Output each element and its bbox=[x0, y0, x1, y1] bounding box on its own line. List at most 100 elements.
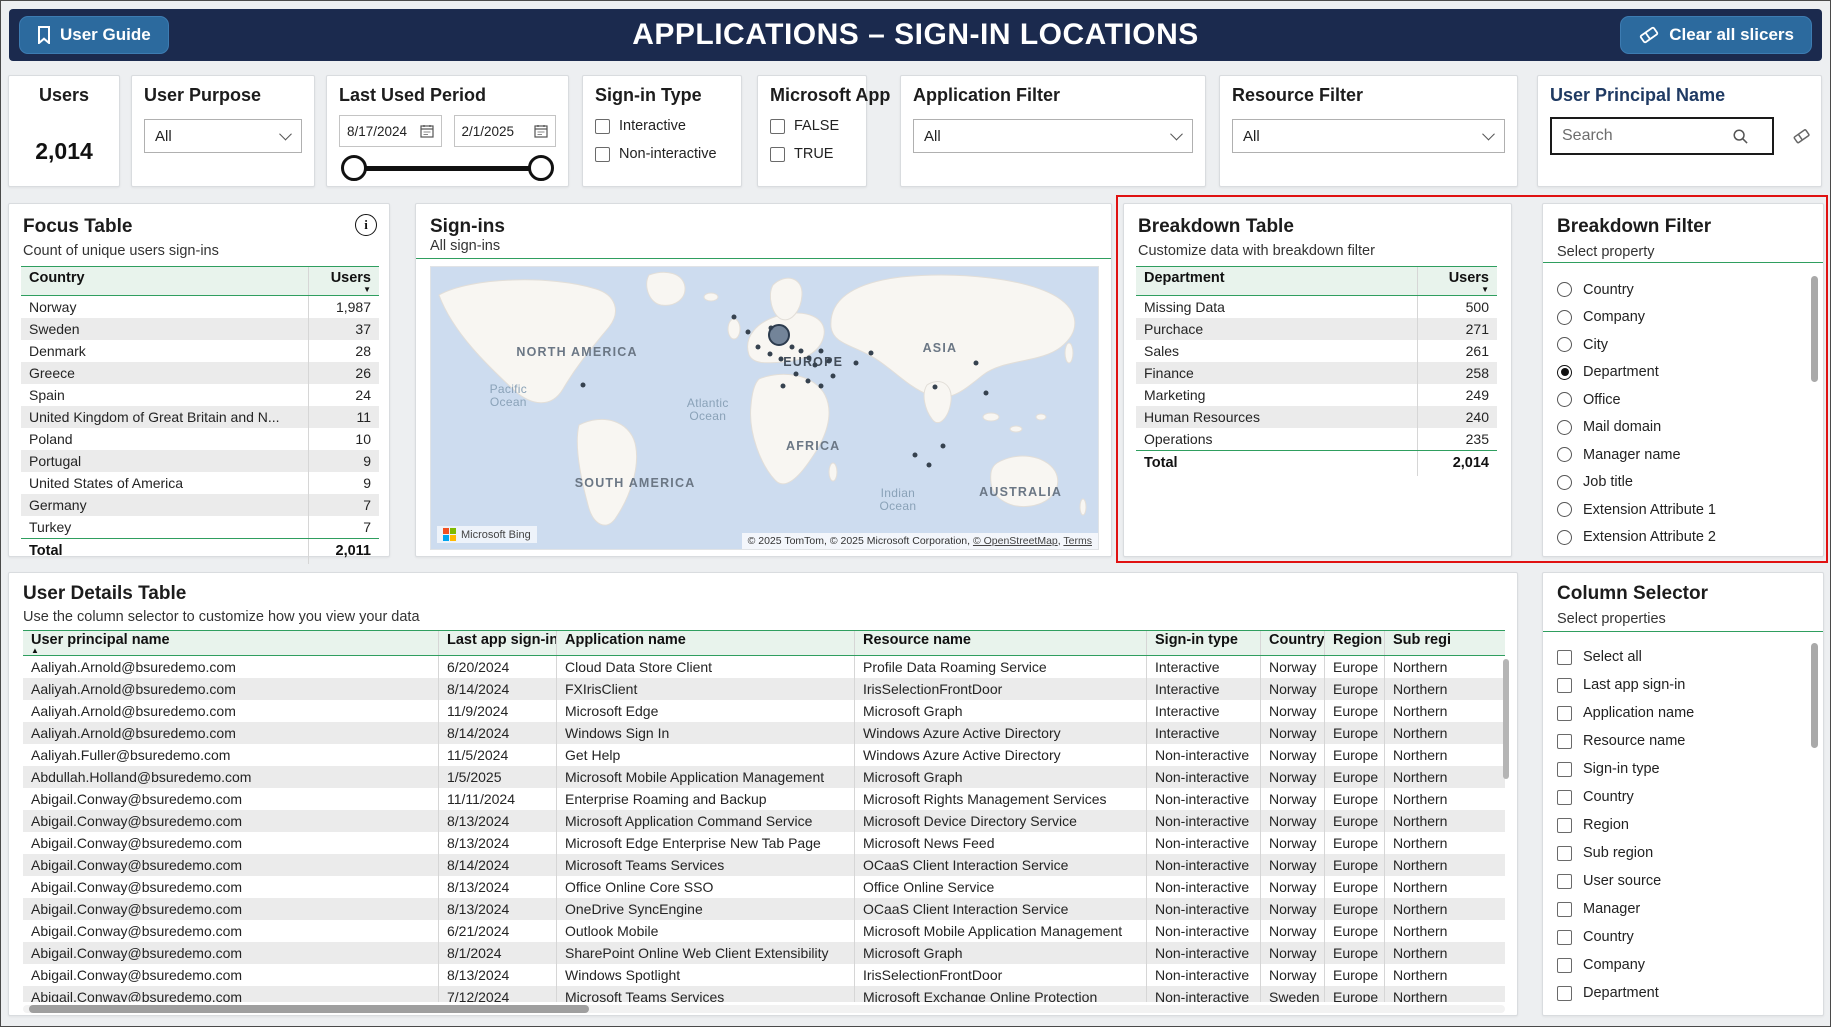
map-data-point[interactable] bbox=[756, 344, 761, 349]
table-row[interactable]: Abigail.Conway@bsuredemo.com8/13/2024Mic… bbox=[23, 810, 1505, 832]
column-selector-option[interactable]: Sign-in type bbox=[1557, 755, 1809, 783]
horizontal-scrollbar[interactable] bbox=[23, 1005, 1505, 1013]
column-selector-option[interactable]: User source bbox=[1557, 867, 1809, 895]
sign-in-type-option[interactable]: Non-interactive bbox=[595, 146, 729, 162]
map-data-point[interactable] bbox=[933, 385, 938, 390]
column-selector-option[interactable]: Resource name bbox=[1557, 727, 1809, 755]
column-selector-option[interactable]: Country bbox=[1557, 923, 1809, 951]
column-selector-option[interactable]: Region bbox=[1557, 811, 1809, 839]
map-data-point[interactable] bbox=[805, 379, 810, 384]
map-data-point[interactable] bbox=[869, 351, 874, 356]
table-row[interactable]: Germany7 bbox=[21, 494, 379, 516]
start-date-input[interactable]: 8/17/2024 bbox=[339, 115, 442, 147]
map-data-point[interactable] bbox=[818, 384, 823, 389]
details-col-header[interactable]: Application name bbox=[556, 631, 854, 655]
map-data-point[interactable] bbox=[780, 384, 785, 389]
table-row[interactable]: Abigail.Conway@bsuredemo.com8/13/2024Win… bbox=[23, 964, 1505, 986]
table-row[interactable]: Norway1,987 bbox=[21, 296, 379, 318]
details-col-header[interactable]: Last app sign-in bbox=[438, 631, 556, 655]
table-row[interactable]: Finance258 bbox=[1136, 362, 1497, 384]
sign-in-type-option[interactable]: Interactive bbox=[595, 118, 729, 134]
table-row[interactable]: Marketing249 bbox=[1136, 384, 1497, 406]
details-col-header[interactable]: Sign-in type bbox=[1146, 631, 1260, 655]
table-row[interactable]: Abigail.Conway@bsuredemo.com8/13/2024Off… bbox=[23, 876, 1505, 898]
table-row[interactable]: Aaliyah.Arnold@bsuredemo.com11/9/2024Mic… bbox=[23, 700, 1505, 722]
breakdown-filter-option[interactable]: City bbox=[1557, 331, 1809, 359]
details-col-header[interactable]: Sub region bbox=[1384, 631, 1450, 655]
breakdown-filter-option[interactable]: Office bbox=[1557, 386, 1809, 414]
table-row[interactable]: Abigail.Conway@bsuredemo.com8/13/2024Mic… bbox=[23, 832, 1505, 854]
table-row[interactable]: Operations235 bbox=[1136, 428, 1497, 450]
horizontal-scrollbar-thumb[interactable] bbox=[29, 1005, 589, 1013]
breakdown-filter-option[interactable]: Manager name bbox=[1557, 441, 1809, 469]
table-row[interactable]: Aaliyah.Arnold@bsuredemo.com8/14/2024Win… bbox=[23, 722, 1505, 744]
breakdown-filter-option[interactable]: Mail domain bbox=[1557, 414, 1809, 442]
breakdown-filter-option[interactable]: Department bbox=[1557, 359, 1809, 387]
openstreetmap-link[interactable]: © OpenStreetMap bbox=[973, 535, 1058, 547]
table-row[interactable]: Aaliyah.Arnold@bsuredemo.com6/20/2024Clo… bbox=[23, 656, 1505, 678]
table-row[interactable]: Portugal9 bbox=[21, 450, 379, 472]
map-data-point[interactable] bbox=[926, 462, 931, 467]
world-map[interactable]: NORTH AMERICAEUROPEASIAAFRICASOUTH AMERI… bbox=[430, 266, 1099, 550]
terms-link[interactable]: Terms bbox=[1063, 535, 1092, 547]
map-data-point[interactable] bbox=[983, 391, 988, 396]
map-data-point[interactable] bbox=[793, 372, 798, 377]
table-row[interactable]: Sales261 bbox=[1136, 340, 1497, 362]
details-col-header[interactable]: Region bbox=[1324, 631, 1384, 655]
info-icon[interactable]: i bbox=[355, 214, 377, 236]
table-row[interactable]: Abigail.Conway@bsuredemo.com11/11/2024En… bbox=[23, 788, 1505, 810]
details-col-header[interactable]: Resource name bbox=[854, 631, 1146, 655]
map-data-point[interactable] bbox=[912, 453, 917, 458]
table-row[interactable]: United Kingdom of Great Britain and N...… bbox=[21, 406, 379, 428]
breakdown-filter-option[interactable]: Country bbox=[1557, 276, 1809, 304]
map-data-point[interactable] bbox=[973, 360, 978, 365]
vertical-scrollbar-thumb[interactable] bbox=[1503, 659, 1509, 779]
map-data-point[interactable] bbox=[831, 373, 836, 378]
details-col-header[interactable]: User principal name▲ bbox=[23, 631, 438, 655]
clear-search-eraser-icon[interactable] bbox=[1792, 128, 1812, 149]
focus-col-country[interactable]: Country bbox=[21, 267, 308, 295]
column-selector-option[interactable]: Sub region bbox=[1557, 839, 1809, 867]
column-selector-option[interactable]: Select all bbox=[1557, 643, 1809, 671]
upn-search-input[interactable] bbox=[1562, 127, 1732, 145]
map-data-point[interactable] bbox=[806, 356, 811, 361]
map-data-point[interactable] bbox=[779, 357, 784, 362]
breakdown-col-users[interactable]: Users▼ bbox=[1417, 267, 1497, 295]
table-row[interactable]: Spain24 bbox=[21, 384, 379, 406]
application-filter-dropdown[interactable]: All bbox=[913, 119, 1193, 153]
details-col-header[interactable]: Country bbox=[1260, 631, 1324, 655]
slider-handle-start[interactable] bbox=[341, 155, 367, 181]
column-selector-option[interactable]: Department bbox=[1557, 979, 1809, 1007]
resource-filter-dropdown[interactable]: All bbox=[1232, 119, 1505, 153]
breakdown-col-department[interactable]: Department bbox=[1136, 267, 1417, 295]
table-row[interactable]: Greece26 bbox=[21, 362, 379, 384]
map-data-point[interactable] bbox=[731, 314, 736, 319]
table-row[interactable]: Abigail.Conway@bsuredemo.com8/14/2024Mic… bbox=[23, 854, 1505, 876]
table-row[interactable]: Missing Data500 bbox=[1136, 296, 1497, 318]
microsoft-app-option[interactable]: TRUE bbox=[770, 146, 854, 162]
breakdown-filter-option[interactable]: Extension Attribute 1 bbox=[1557, 496, 1809, 524]
table-row[interactable]: Human Resources240 bbox=[1136, 406, 1497, 428]
user-purpose-dropdown[interactable]: All bbox=[144, 119, 302, 153]
table-row[interactable]: Abigail.Conway@bsuredemo.com8/1/2024Shar… bbox=[23, 942, 1505, 964]
table-row[interactable]: Abigail.Conway@bsuredemo.com7/12/2024Mic… bbox=[23, 986, 1505, 1002]
table-row[interactable]: United States of America9 bbox=[21, 472, 379, 494]
column-selector-option[interactable]: Last app sign-in bbox=[1557, 671, 1809, 699]
table-row[interactable]: Aaliyah.Fuller@bsuredemo.com11/5/2024Get… bbox=[23, 744, 1505, 766]
map-data-point[interactable] bbox=[826, 358, 831, 363]
column-selector-option[interactable]: Company bbox=[1557, 951, 1809, 979]
table-row[interactable]: Poland10 bbox=[21, 428, 379, 450]
table-row[interactable]: Sweden37 bbox=[21, 318, 379, 340]
slider-handle-end[interactable] bbox=[528, 155, 554, 181]
table-row[interactable]: Aaliyah.Arnold@bsuredemo.com8/14/2024FXI… bbox=[23, 678, 1505, 700]
table-row[interactable]: Abigail.Conway@bsuredemo.com8/13/2024One… bbox=[23, 898, 1505, 920]
map-bubble-norway[interactable] bbox=[768, 324, 790, 346]
column-selector-option[interactable]: Manager bbox=[1557, 895, 1809, 923]
map-data-point[interactable] bbox=[940, 444, 945, 449]
end-date-input[interactable]: 2/1/2025 bbox=[454, 115, 557, 147]
map-data-point[interactable] bbox=[767, 351, 772, 356]
scrollbar-thumb[interactable] bbox=[1811, 643, 1818, 748]
table-row[interactable]: Purchace271 bbox=[1136, 318, 1497, 340]
map-data-point[interactable] bbox=[853, 360, 858, 365]
map-data-point[interactable] bbox=[812, 363, 817, 368]
